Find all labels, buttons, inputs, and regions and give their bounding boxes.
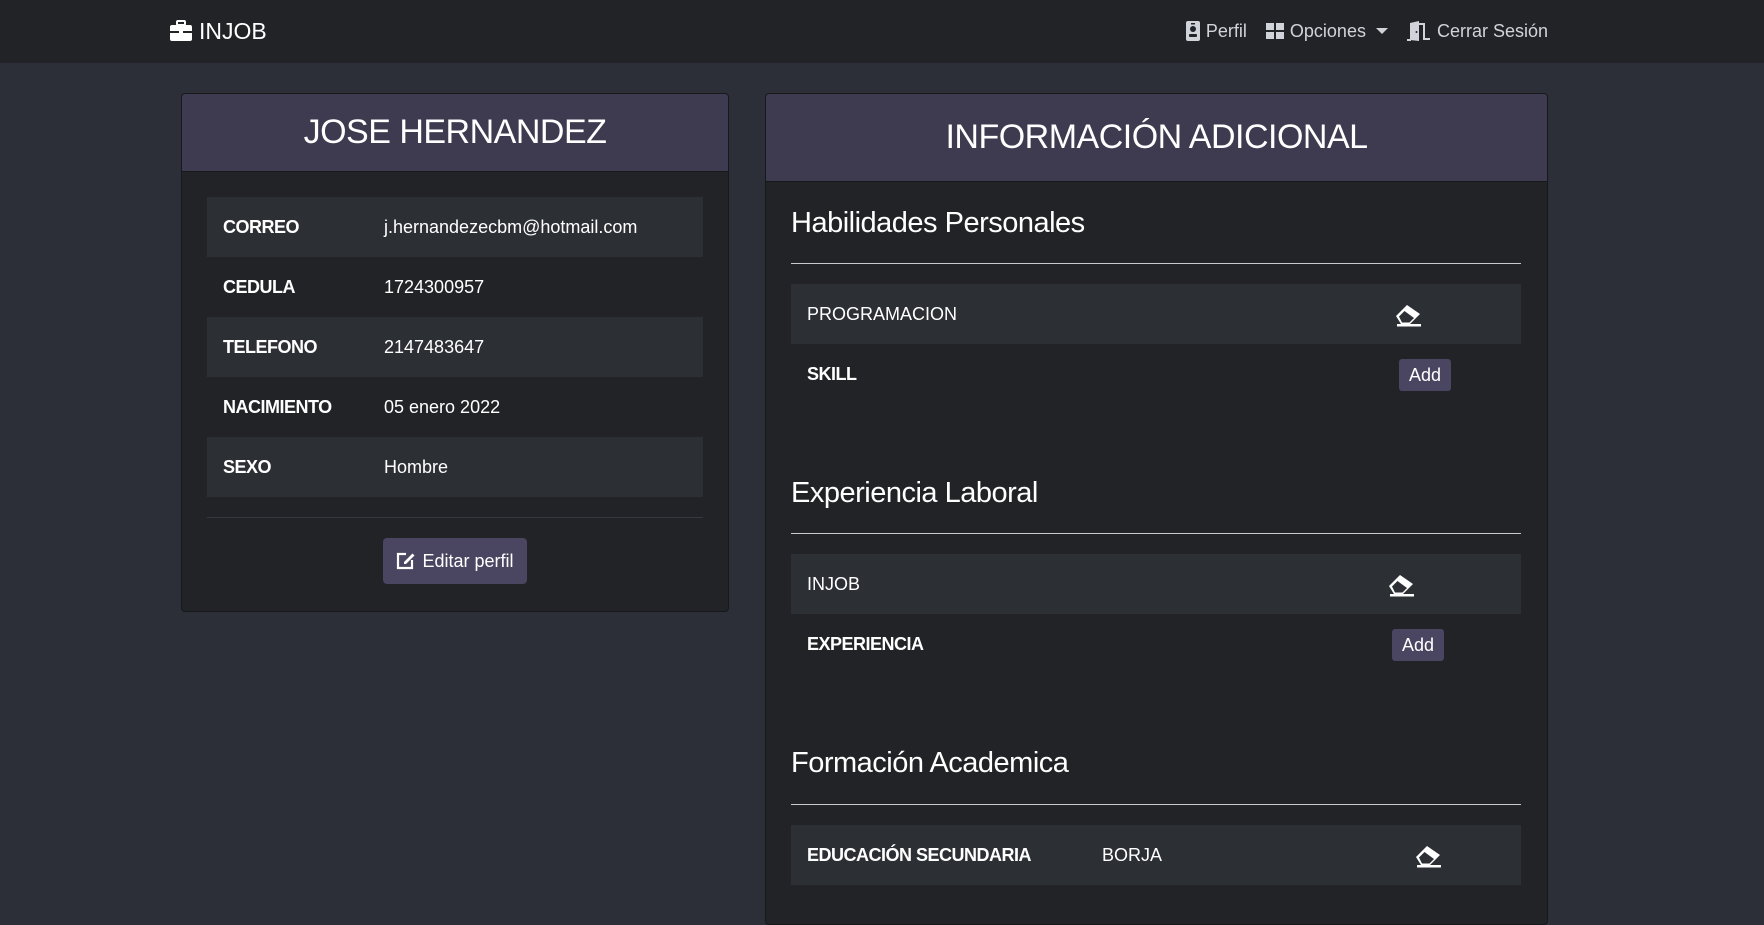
field-value: j.hernandezecbm@hotmail.com	[384, 197, 703, 257]
navbar: INJOB Perfil Opciones Cerrar Sesión	[0, 0, 1764, 63]
divider	[207, 517, 703, 518]
divider	[791, 804, 1521, 805]
add-experience-label: EXPERIENCIA	[807, 633, 924, 654]
divider	[791, 263, 1521, 264]
field-value: 1724300957	[384, 276, 485, 297]
divider	[791, 533, 1521, 534]
add-experience-button[interactable]: Add	[1392, 629, 1445, 661]
edit-icon	[397, 552, 415, 570]
door-exit-icon	[1406, 21, 1430, 41]
table-row: SEXO Hombre	[207, 437, 703, 497]
field-label: CEDULA	[223, 276, 296, 297]
nav-options-label: Opciones	[1289, 20, 1366, 41]
edit-profile-button[interactable]: Editar perfil	[383, 538, 527, 584]
brand-label: INJOB	[199, 17, 267, 44]
grid-icon	[1265, 23, 1284, 39]
profile-card-header: JOSE HERNANDEZ	[182, 94, 728, 172]
education-section-title: Formación Academica	[791, 747, 1069, 779]
eraser-icon[interactable]	[1385, 571, 1417, 597]
table-row: TELEFONO 2147483647	[207, 317, 703, 377]
edit-profile-label: Editar perfil	[422, 550, 514, 571]
field-label: NACIMIENTO	[223, 396, 332, 417]
add-experience-row: EXPERIENCIA Add	[791, 614, 1521, 674]
chevron-down-icon	[1375, 28, 1388, 34]
experience-section-title: Experiencia Laboral	[791, 477, 1038, 509]
profile-name: JOSE HERNANDEZ	[303, 113, 607, 151]
education-level: EDUCACIÓN SECUNDARIA	[807, 844, 1032, 865]
nav-logout-link[interactable]: Cerrar Sesión	[1406, 20, 1548, 42]
table-row: NACIMIENTO 05 enero 2022	[207, 377, 703, 437]
experience-label: INJOB	[807, 573, 861, 594]
eraser-icon[interactable]	[1392, 301, 1424, 327]
add-skill-row: SKILL Add	[791, 344, 1521, 404]
nav-logout-label: Cerrar Sesión	[1436, 20, 1548, 41]
briefcase-icon	[170, 20, 192, 41]
field-label: TELEFONO	[207, 317, 384, 377]
profile-card: JOSE HERNANDEZ CORREO j.hernandezecbm@ho…	[181, 93, 729, 612]
nav-profile-link[interactable]: Perfil	[1185, 20, 1247, 42]
nav-options-dropdown[interactable]: Opciones	[1265, 20, 1388, 42]
education-row: EDUCACIÓN SECUNDARIA BORJA	[791, 825, 1521, 885]
additional-info-card: INFORMACIÓN ADICIONAL Habilidades Person…	[765, 93, 1548, 925]
skill-label: PROGRAMACION	[807, 303, 958, 324]
table-row: CORREO j.hernandezecbm@hotmail.com	[207, 197, 703, 257]
id-badge-icon	[1185, 21, 1200, 41]
education-institution: BORJA	[1102, 844, 1163, 865]
skills-section-title: Habilidades Personales	[791, 207, 1085, 239]
brand-link[interactable]: INJOB	[169, 15, 267, 47]
field-value: 05 enero 2022	[384, 396, 501, 417]
add-skill-label: SKILL	[807, 363, 857, 384]
field-value: Hombre	[384, 437, 703, 497]
table-row: CEDULA 1724300957	[207, 257, 703, 317]
nav-menu: Perfil Opciones Cerrar Sesión	[1185, 15, 1548, 47]
field-label: CORREO	[207, 197, 384, 257]
profile-info-table: CORREO j.hernandezecbm@hotmail.com CEDUL…	[207, 197, 703, 497]
additional-info-title: INFORMACIÓN ADICIONAL	[945, 118, 1368, 156]
eraser-icon[interactable]	[1412, 842, 1444, 868]
add-skill-button[interactable]: Add	[1399, 359, 1452, 391]
additional-info-header: INFORMACIÓN ADICIONAL	[766, 94, 1547, 182]
field-value: 2147483647	[384, 317, 703, 377]
experience-row: INJOB	[791, 554, 1521, 614]
skill-row: PROGRAMACION	[791, 284, 1521, 344]
nav-profile-label: Perfil	[1205, 20, 1247, 41]
field-label: SEXO	[207, 437, 384, 497]
